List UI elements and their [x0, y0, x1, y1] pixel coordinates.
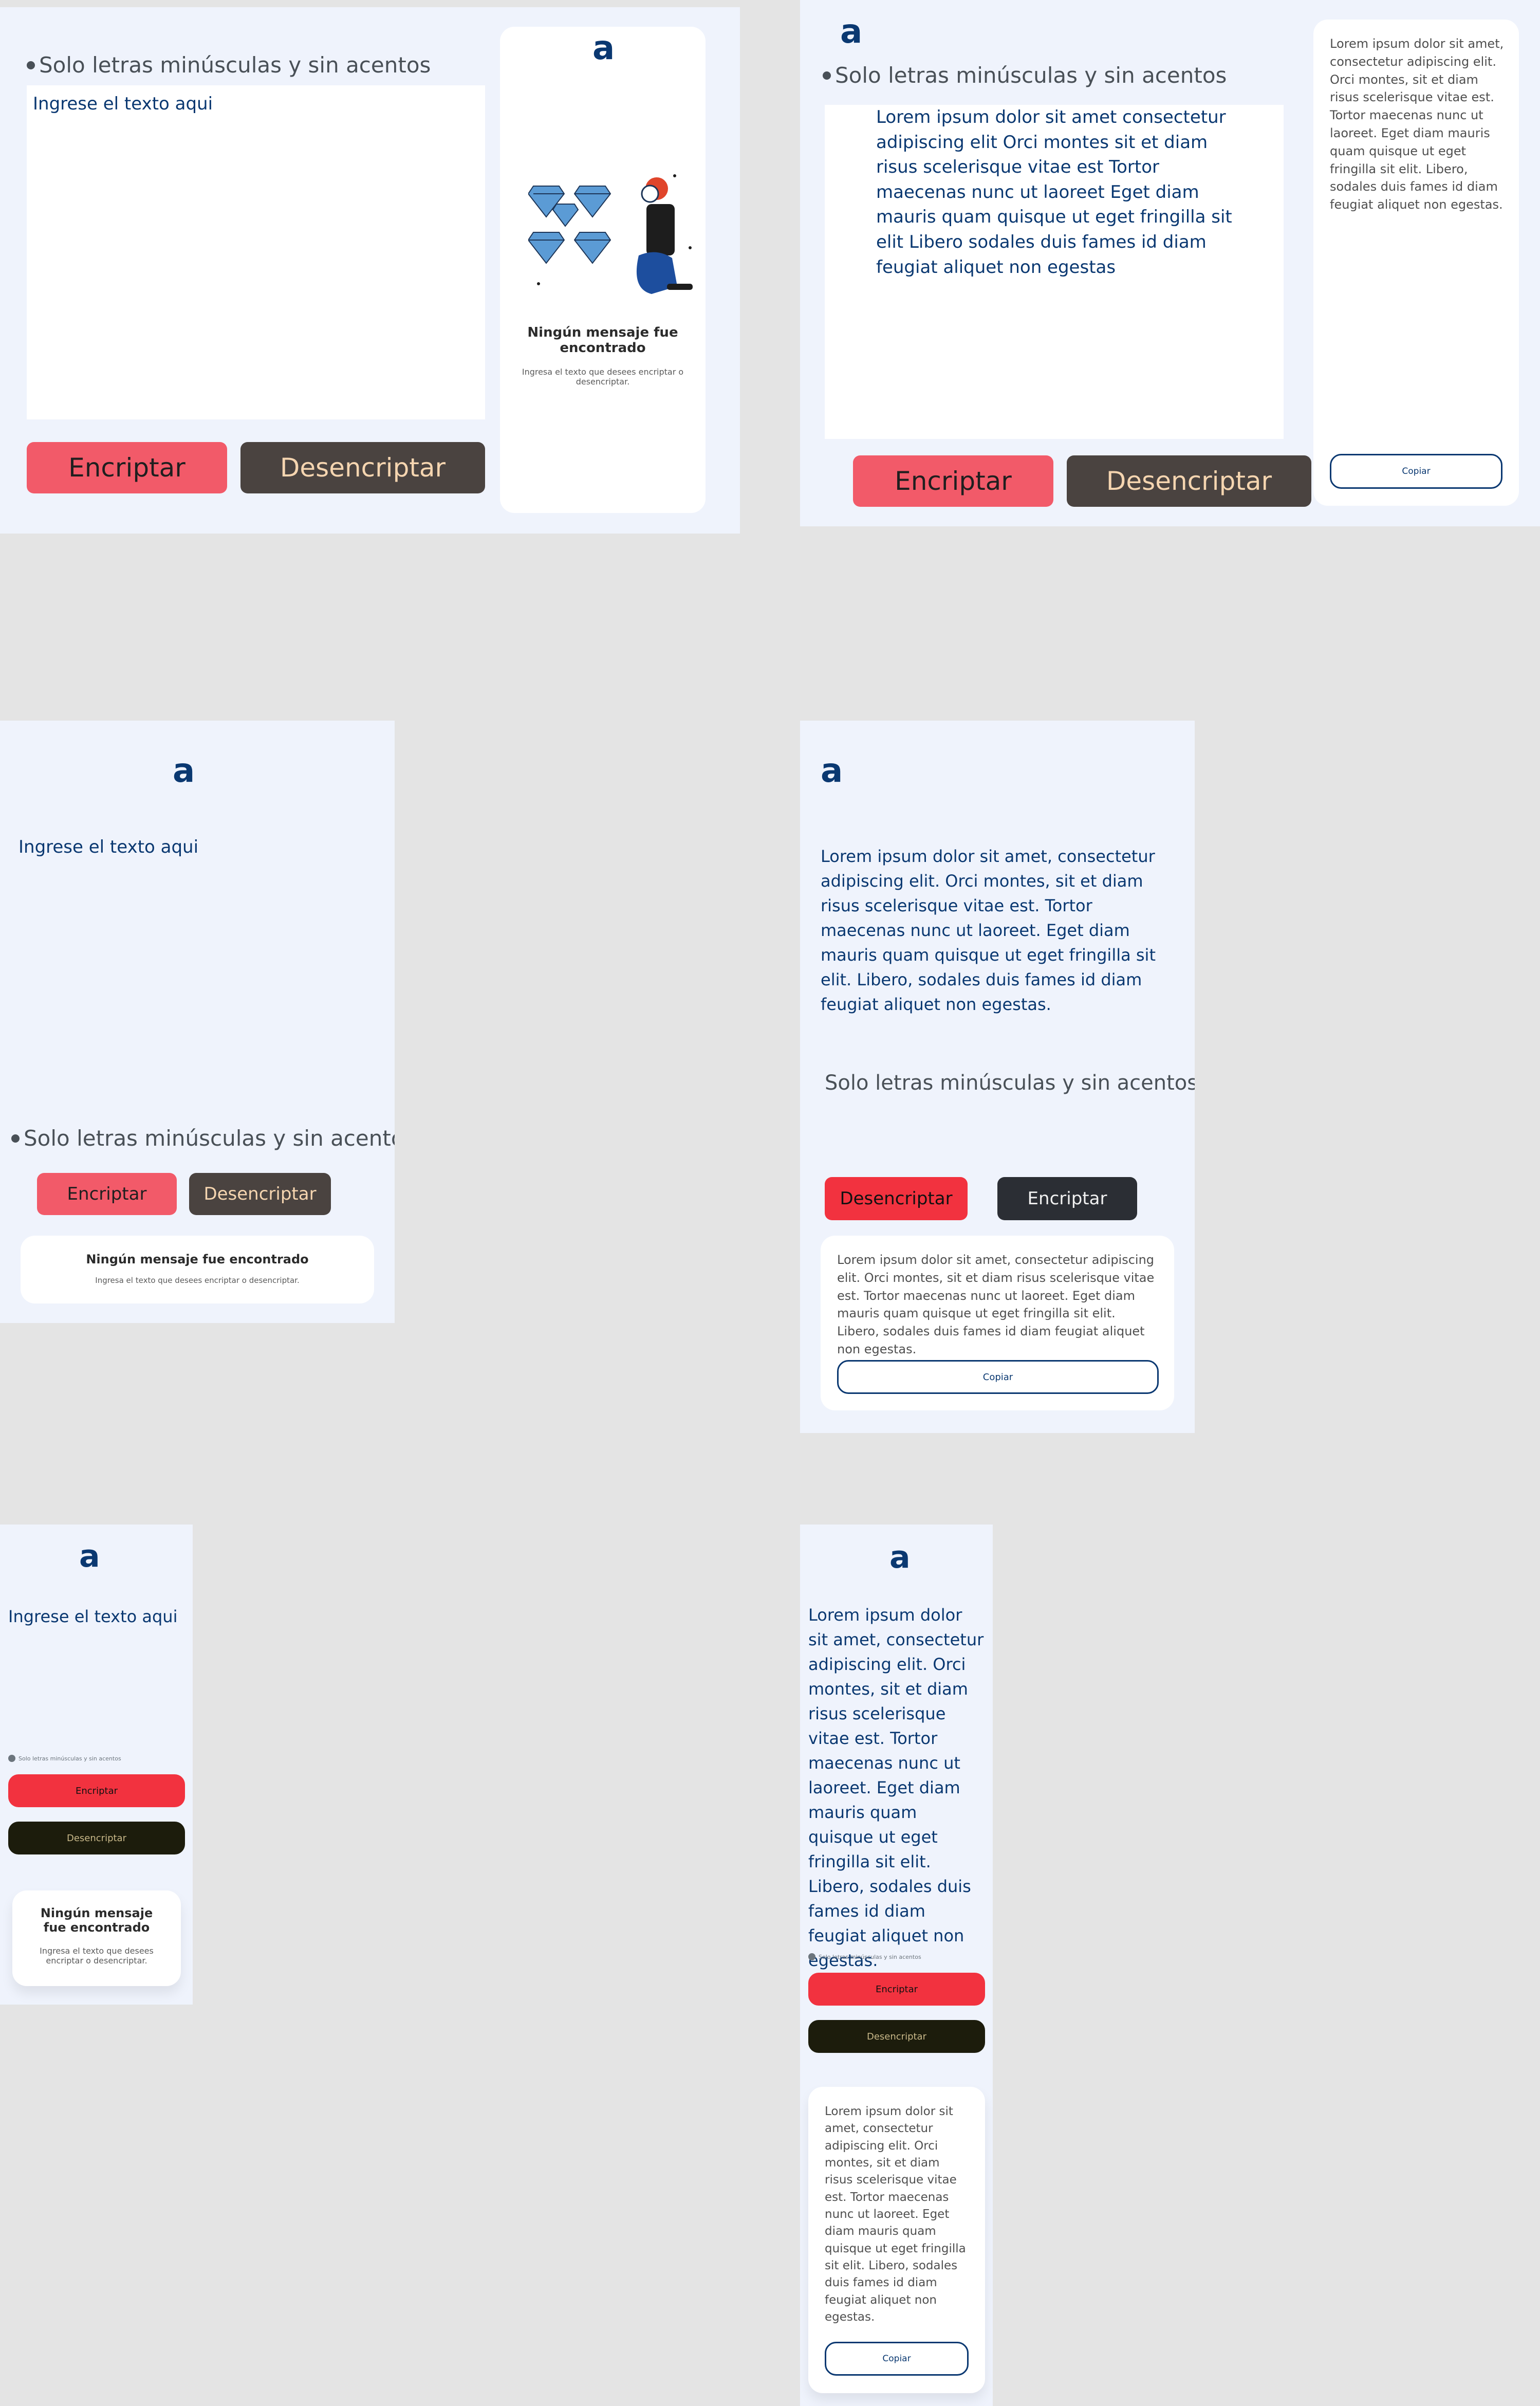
encrypt-button[interactable]: Encriptar: [27, 442, 227, 493]
empty-state-subtitle: Ingresa el texto que desees encriptar o …: [522, 367, 684, 387]
info-icon: [823, 71, 831, 80]
result-panel: Lorem ipsum dolor sit amet, consectetur …: [1313, 20, 1519, 506]
encrypt-button[interactable]: Encriptar: [37, 1173, 177, 1215]
result-text: Lorem ipsum dolor sit amet, consectetur …: [825, 2105, 966, 2324]
result-text: Lorem ipsum dolor sit amet, consectetur …: [1330, 36, 1504, 212]
hint-text: Solo letras minúsculas y sin acentos: [819, 1953, 921, 1960]
hint-text: Solo letras minúsculas y sin acentos: [39, 52, 431, 78]
empty-state-title: Ningún mensaje fue encontrado: [527, 325, 678, 356]
hint-row: Solo letras minúsculas y sin acentos: [11, 1126, 395, 1151]
text-input[interactable]: Lorem ipsum dolor sit amet, consectetur …: [808, 1603, 986, 1973]
hint-row: Solo letras minúsculas y sin acentos: [8, 1755, 121, 1762]
result-panel: Lorem ipsum dolor sit amet, consectetur …: [821, 1236, 1174, 1410]
text-input[interactable]: Ingrese el texto aqui: [18, 835, 198, 860]
encrypt-button[interactable]: Encriptar: [808, 1973, 985, 2006]
text-input-placeholder: Ingrese el texto aqui: [8, 1607, 178, 1626]
info-icon: [27, 61, 35, 69]
decrypt-button[interactable]: Desencriptar: [8, 1822, 185, 1854]
result-panel: Ningún mensaje fue encontrado Ingresa el…: [12, 1890, 181, 1986]
logo-icon: a: [840, 13, 863, 51]
empty-state-subtitle: Ingresa el texto que desees encriptar o …: [95, 1276, 300, 1285]
hint-text: Solo letras minúsculas y sin acentos: [835, 63, 1227, 88]
text-input-value: Lorem ipsum dolor sit amet, consectetur …: [808, 1605, 984, 1970]
logo-icon: a: [821, 752, 843, 790]
decrypt-button[interactable]: Desencriptar: [808, 2020, 985, 2053]
empty-state-title: Ningún mensaje fue encontrado: [86, 1252, 309, 1266]
decrypt-button[interactable]: Desencriptar: [825, 1177, 968, 1220]
text-input-placeholder: Ingrese el texto aqui: [33, 94, 213, 114]
text-input-value: Lorem ipsum dolor sit amet consectetur a…: [876, 107, 1232, 278]
frame-mobile-result: a Lorem ipsum dolor sit amet, consectetu…: [800, 1525, 993, 2406]
text-input[interactable]: Ingrese el texto aqui: [8, 1605, 177, 1628]
copy-button[interactable]: Copiar: [825, 2342, 969, 2376]
frame-mobile-empty: a Ingrese el texto aqui Solo letras minú…: [0, 1525, 193, 2005]
hint-text: Solo letras minúsculas y sin acentos: [825, 1071, 1195, 1095]
logo-icon: a: [173, 752, 195, 790]
decrypt-button[interactable]: Desencriptar: [189, 1173, 331, 1215]
decrypt-button[interactable]: Desencriptar: [1067, 455, 1311, 507]
result-panel: Lorem ipsum dolor sit amet, consectetur …: [808, 2087, 985, 2393]
frame-desktop-empty: Solo letras minúsculas y sin acentos Ing…: [0, 7, 740, 534]
info-icon: [808, 1953, 815, 1960]
logo-icon: a: [592, 29, 615, 67]
encrypt-button[interactable]: Encriptar: [997, 1177, 1137, 1220]
result-text: Lorem ipsum dolor sit amet, consectetur …: [837, 1253, 1155, 1356]
hint-row: Solo letras minúsculas y sin acentos: [808, 1953, 921, 1960]
hint-row: Solo letras minúsculas y sin acentos: [823, 63, 1227, 88]
result-panel: Ningún mensaje fue encontrado Ingresa el…: [21, 1236, 374, 1303]
empty-state-subtitle: Ingresa el texto que desees encriptar o …: [40, 1946, 154, 1966]
result-panel: a Ningún mensaje fue encontrado Ingresa …: [500, 27, 706, 513]
text-input[interactable]: Ingrese el texto aqui: [27, 85, 485, 419]
decrypt-button[interactable]: Desencriptar: [240, 442, 485, 493]
hint-row: Solo letras minúsculas y sin acentos: [27, 52, 431, 78]
text-input[interactable]: Lorem ipsum dolor sit amet, consectetur …: [821, 844, 1180, 1017]
encrypt-button[interactable]: Encriptar: [853, 455, 1053, 507]
hint-row: Solo letras minúsculas y sin acentos: [825, 1071, 1195, 1095]
diamond-illustration: [528, 174, 693, 294]
info-icon: [8, 1755, 15, 1762]
text-input-value: Lorem ipsum dolor sit amet, consectetur …: [821, 847, 1156, 1014]
info-icon: [11, 1134, 20, 1143]
copy-button[interactable]: Copiar: [837, 1360, 1159, 1394]
frame-tablet-result: a Lorem ipsum dolor sit amet, consectetu…: [800, 721, 1195, 1433]
hint-text: Solo letras minúsculas y sin acentos: [18, 1755, 121, 1762]
empty-state-title: Ningún mensaje fue encontrado: [40, 1906, 153, 1935]
frame-tablet-empty: a Ingrese el texto aqui Solo letras minú…: [0, 721, 395, 1323]
encrypt-button[interactable]: Encriptar: [8, 1774, 185, 1807]
logo-icon: a: [79, 1538, 100, 1574]
hint-text: Solo letras minúsculas y sin acentos: [24, 1126, 395, 1151]
logo-icon: a: [889, 1539, 911, 1575]
frame-desktop-result: a Solo letras minúsculas y sin acentos L…: [800, 0, 1540, 526]
copy-button[interactable]: Copiar: [1330, 454, 1502, 489]
text-input[interactable]: Lorem ipsum dolor sit amet consectetur a…: [825, 105, 1284, 439]
text-input-placeholder: Ingrese el texto aqui: [18, 837, 199, 857]
